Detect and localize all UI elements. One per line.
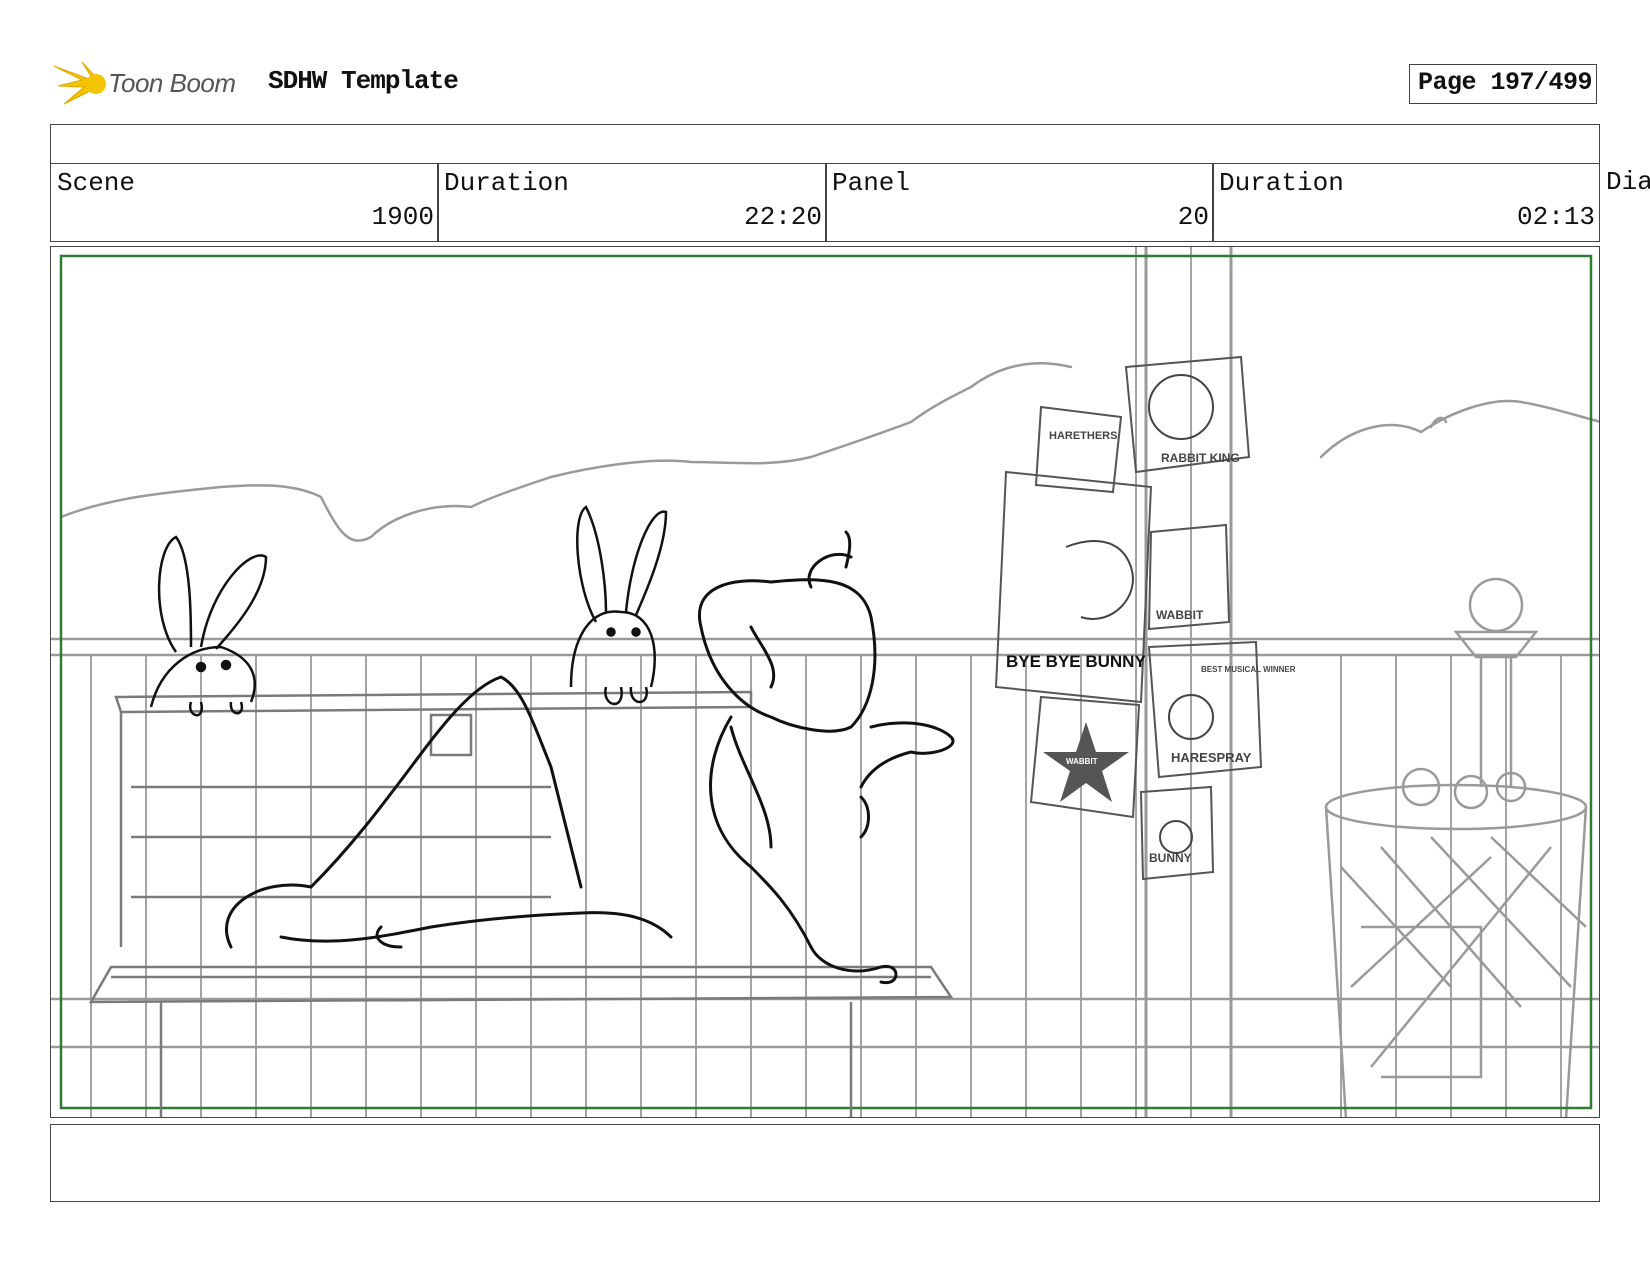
- panel-value: 20: [1177, 202, 1209, 232]
- trash-can: [1324, 767, 1588, 1117]
- pole: [1144, 247, 1233, 1117]
- poster-1-title: HARETHERS: [1049, 430, 1117, 442]
- poster-2-title: RABBIT KING: [1161, 451, 1240, 465]
- poster-6-title: HARESPRAY: [1171, 750, 1252, 765]
- template-title: SDHW Template: [268, 66, 459, 96]
- scene-duration-label: Duration: [444, 168, 569, 198]
- scene-cell: Scene 1900: [50, 163, 439, 242]
- scene-duration-cell: Duration 22:20: [437, 163, 827, 242]
- storyboard-panel: HARETHERS RABBIT KING BYE BYE BUNNY WABB…: [50, 246, 1600, 1118]
- panel-cell: Panel 20: [825, 163, 1214, 242]
- panel-duration-value: 02:13: [1516, 202, 1595, 232]
- poster-7-title: WABBIT: [1066, 757, 1098, 766]
- info-row: Scene 1900 Duration 22:20 Panel 20 Durat…: [50, 163, 1650, 242]
- panel-label: Panel: [832, 168, 911, 198]
- background-bushes: [59, 361, 1599, 542]
- poster-5-title: BEST MUSICAL WINNER: [1201, 665, 1296, 674]
- bench: [88, 690, 954, 1117]
- logo-text: Toon Boom: [108, 68, 236, 98]
- poster-8-title: BUNNY: [1149, 851, 1192, 865]
- dialogue-label: Dia: [1606, 167, 1650, 197]
- notes-box: [50, 1124, 1600, 1202]
- scene-duration-value: 22:20: [743, 202, 822, 232]
- small-bunnies: [149, 505, 668, 717]
- panel-sketch: HARETHERS RABBIT KING BYE BYE BUNNY WABB…: [51, 247, 1599, 1117]
- poster-3-title: BYE BYE BUNNY: [1006, 652, 1146, 671]
- lamp-post: [1453, 577, 1539, 787]
- poster-4-title: WABBIT: [1156, 608, 1204, 622]
- scene-value: 1900: [371, 202, 434, 232]
- railing-posts: [90, 247, 1562, 1117]
- panel-duration-label: Duration: [1219, 168, 1344, 198]
- panel-duration-cell: Duration 02:13: [1212, 163, 1600, 242]
- page-indicator: Page 197/499: [1409, 64, 1597, 104]
- main-rabbit: [224, 530, 955, 985]
- safe-frame: [59, 254, 1593, 1110]
- top-strip: [50, 124, 1600, 164]
- railing: [51, 637, 1599, 1049]
- scene-label: Scene: [57, 168, 136, 198]
